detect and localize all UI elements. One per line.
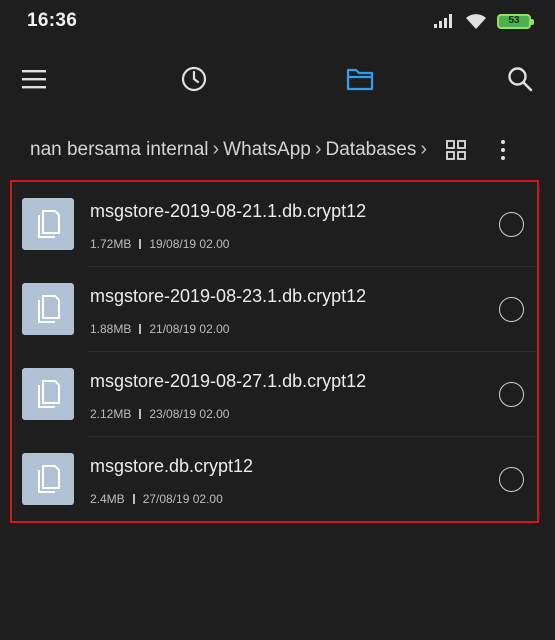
recent-icon[interactable] — [177, 62, 211, 96]
file-date: 27/08/19 02.00 — [142, 492, 223, 506]
breadcrumb: nan bersama internal › WhatsApp › Databa… — [30, 138, 431, 161]
file-thumbnail — [22, 283, 74, 335]
breadcrumb-bar: nan bersama internal › WhatsApp › Databa… — [0, 128, 555, 172]
battery-icon: 53 — [497, 13, 534, 29]
chevron-right-icon: › — [314, 138, 322, 160]
file-row[interactable]: msgstore-2019-08-27.1.db.crypt12 2.12MB … — [12, 352, 537, 437]
more-options-icon[interactable] — [487, 134, 519, 166]
file-name: msgstore-2019-08-21.1.db.crypt12 — [90, 201, 367, 221]
file-meta: 1.72MB 19/08/19 02.00 — [90, 237, 229, 251]
breadcrumb-item-whatsapp[interactable]: WhatsApp — [223, 139, 311, 161]
search-icon[interactable] — [503, 62, 537, 96]
chevron-right-icon: › — [212, 138, 220, 160]
signal-icon — [434, 14, 452, 28]
select-checkbox[interactable] — [499, 382, 524, 407]
file-meta: 2.12MB 23/08/19 02.00 — [90, 407, 229, 421]
file-meta: 2.4MB 27/08/19 02.00 — [90, 492, 223, 506]
meta-divider — [139, 409, 142, 419]
file-size: 1.88MB — [90, 322, 132, 336]
document-icon — [38, 465, 60, 493]
document-icon — [38, 210, 60, 238]
meta-divider — [139, 239, 142, 249]
file-meta: 1.88MB 21/08/19 02.00 — [90, 322, 229, 336]
status-bar: 16:36 53 — [0, 0, 555, 42]
file-row[interactable]: msgstore-2019-08-21.1.db.crypt12 1.72MB … — [12, 182, 537, 267]
grid-view-icon[interactable] — [440, 134, 472, 166]
file-thumbnail — [22, 368, 74, 420]
status-time: 16:36 — [27, 10, 78, 31]
meta-divider — [139, 324, 142, 334]
wifi-icon — [466, 13, 486, 29]
battery-level: 53 — [508, 15, 520, 26]
folder-icon[interactable] — [343, 62, 377, 96]
file-list: msgstore-2019-08-21.1.db.crypt12 1.72MB … — [10, 180, 539, 523]
select-checkbox[interactable] — [499, 467, 524, 492]
file-size: 2.12MB — [90, 407, 132, 421]
document-icon — [38, 295, 60, 323]
meta-divider — [132, 494, 135, 504]
top-toolbar — [0, 52, 555, 106]
file-date: 21/08/19 02.00 — [149, 322, 230, 336]
file-size: 1.72MB — [90, 237, 132, 251]
document-icon — [38, 380, 60, 408]
select-checkbox[interactable] — [499, 212, 524, 237]
menu-icon[interactable] — [17, 62, 51, 96]
chevron-right-icon: › — [420, 138, 428, 160]
file-row[interactable]: msgstore-2019-08-23.1.db.crypt12 1.88MB … — [12, 267, 537, 352]
breadcrumb-item-storage[interactable]: nan bersama internal — [30, 139, 209, 161]
file-row[interactable]: msgstore.db.crypt12 2.4MB 27/08/19 02.00 — [12, 437, 537, 522]
file-name: msgstore-2019-08-23.1.db.crypt12 — [90, 286, 367, 306]
file-date: 19/08/19 02.00 — [149, 237, 230, 251]
breadcrumb-item-databases[interactable]: Databases — [326, 139, 417, 161]
file-name: msgstore-2019-08-27.1.db.crypt12 — [90, 371, 367, 391]
file-date: 23/08/19 02.00 — [149, 407, 230, 421]
file-thumbnail — [22, 198, 74, 250]
file-name: msgstore.db.crypt12 — [90, 456, 254, 476]
status-icons: 53 — [433, 13, 534, 30]
select-checkbox[interactable] — [499, 297, 524, 322]
file-thumbnail — [22, 453, 74, 505]
file-size: 2.4MB — [90, 492, 125, 506]
